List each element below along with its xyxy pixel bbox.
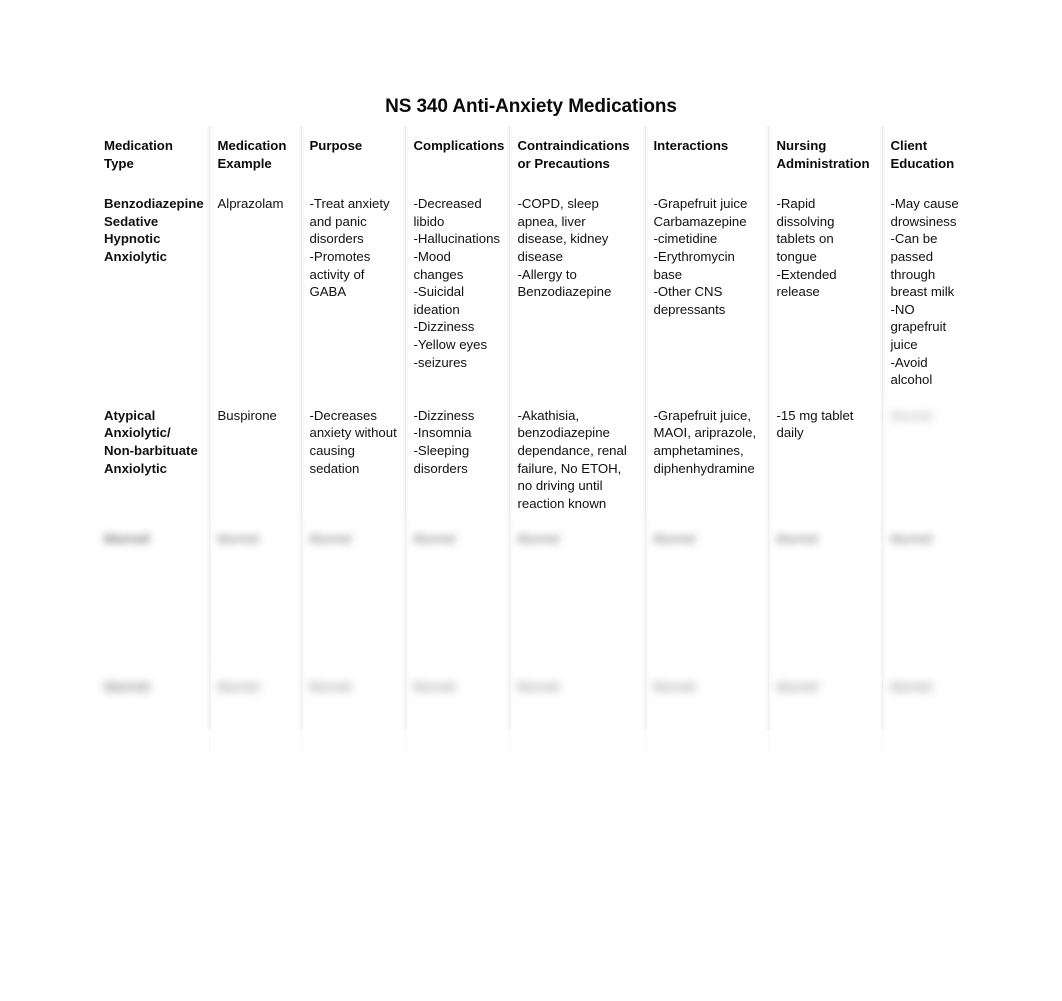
cell-interactions: -Grapefruit juice Carbamazepine -cimetidi… — [645, 186, 769, 398]
cell-purpose-obscured: blurred — [301, 669, 406, 752]
table-header: Medication Type Medication Example Purpo… — [96, 126, 978, 187]
column-header-nursing-administration: Nursing Administration — [768, 126, 883, 187]
column-header-complications: Complications — [405, 126, 510, 187]
cell-purpose: -Decreases anxiety without causing sedat… — [301, 397, 406, 522]
table-row: Atypical Anxiolytic/ Non-barbituate Anxi… — [96, 397, 978, 522]
medication-table: Medication Type Medication Example Purpo… — [96, 126, 978, 752]
column-header-client-education: Client Education — [882, 126, 978, 187]
column-header-medication-type: Medication Type — [96, 126, 210, 187]
cell-medication-type: Atypical Anxiolytic/ Non-barbituate Anxi… — [96, 397, 210, 522]
table-row-obscured: blurred blurred blurred blurred blurred … — [96, 521, 978, 670]
cell-medication-type-obscured: blurred — [96, 669, 210, 752]
cell-nursing-administration: -15 mg tablet daily — [768, 397, 883, 522]
cell-client-education-obscured: blurred — [882, 669, 978, 752]
cell-medication-example-obscured: blurred — [209, 521, 302, 670]
table-header-row: Medication Type Medication Example Purpo… — [96, 126, 978, 187]
cell-nursing-administration-obscured: blurred — [768, 669, 883, 752]
cell-contraindications-obscured: blurred — [509, 669, 646, 752]
cell-complications: -Decreased libido -Hallucinations -Mood ch… — [405, 186, 510, 398]
cell-purpose: -Treat anxiety and panic disorders -Promo… — [301, 186, 406, 398]
cell-contraindications: -COPD, sleep apnea, liver disease, kidne… — [509, 186, 646, 398]
cell-medication-example-obscured: blurred — [209, 669, 302, 752]
table-row: Benzodiazepine Sedative Hypnotic Anxioly… — [96, 186, 978, 398]
column-header-interactions: Interactions — [645, 126, 769, 187]
cell-client-education: -May cause drowsiness -Can be passed thro… — [882, 186, 978, 398]
page-title: NS 340 Anti-Anxiety Medications — [385, 96, 677, 117]
column-header-medication-example: Medication Example — [209, 126, 302, 187]
cell-medication-type: Benzodiazepine Sedative Hypnotic Anxioly… — [96, 186, 210, 398]
cell-interactions-obscured: blurred — [645, 669, 769, 752]
cell-client-education-obscured: blurred — [882, 521, 978, 670]
table-row-obscured: blurred blurred blurred blurred blurred … — [96, 669, 978, 752]
cell-nursing-administration: -Rapid dissolving tablets on tongue -Exte… — [768, 186, 883, 398]
cell-interactions-obscured: blurred — [645, 521, 769, 670]
cell-purpose-obscured: blurred — [301, 521, 406, 670]
table-body: Benzodiazepine Sedative Hypnotic Anxioly… — [96, 186, 978, 752]
cell-contraindications: -Akathisia, benzodiazepine dependance, r… — [509, 397, 646, 522]
cell-client-education-obscured: blurred — [882, 397, 978, 522]
cell-medication-type-obscured: blurred — [96, 521, 210, 670]
cell-medication-example: Alprazolam — [209, 186, 302, 398]
column-header-purpose: Purpose — [301, 126, 406, 187]
medication-table-container: Medication Type Medication Example Purpo… — [96, 126, 978, 752]
cell-complications-obscured: blurred — [405, 521, 510, 670]
cell-complications-obscured: blurred — [405, 669, 510, 752]
cell-contraindications-obscured: blurred — [509, 521, 646, 670]
document-page: NS 340 Anti-Anxiety Medications Medicati… — [0, 0, 1062, 1001]
cell-nursing-administration-obscured: blurred — [768, 521, 883, 670]
cell-complications: -Dizziness -Insomnia -Sleeping disorders — [405, 397, 510, 522]
column-header-contraindications: Contraindications or Precautions — [509, 126, 646, 187]
cell-interactions: -Grapefruit juice, MAOI, ariprazole, amp… — [645, 397, 769, 522]
cell-medication-example: Buspirone — [209, 397, 302, 522]
